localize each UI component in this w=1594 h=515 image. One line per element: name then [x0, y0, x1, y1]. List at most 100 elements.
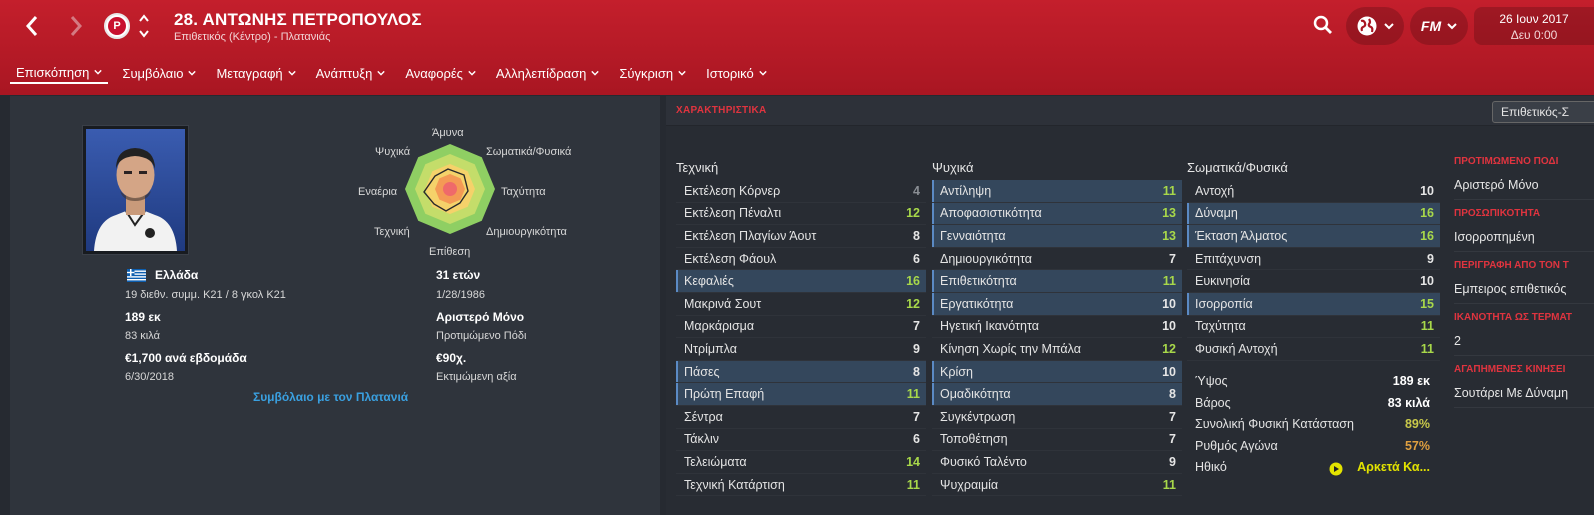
mental-attribute-row[interactable]: Δημιουργικότητα 7: [932, 248, 1182, 271]
physique-label: Ύψος: [1195, 374, 1228, 388]
mental-attribute-row[interactable]: Τοποθέτηση 7: [932, 429, 1182, 452]
mental-attribute-row[interactable]: Κίνηση Χωρίς την Μπάλα 12: [932, 338, 1182, 361]
technical-attribute-row[interactable]: Μακρινά Σουτ 12: [676, 293, 926, 316]
mental-attribute-row[interactable]: Αποφασιστικότητα 13: [932, 202, 1182, 226]
attribute-radar-chart: [405, 144, 495, 234]
tab-3[interactable]: Ανάπτυξη: [310, 62, 392, 84]
date-continue-button[interactable]: 26 Ιουν 2017 Δευ 0:00: [1474, 7, 1594, 45]
sub-tabs: Επισκόπηση Συμβόλαιο Μεταγραφή Ανάπτυξη Αναφ…: [10, 62, 781, 86]
mental-attribute-row[interactable]: Επιθετικότητα 11: [932, 270, 1182, 293]
technical-attribute-row[interactable]: Εκτέλεση Πέναλτι 12: [676, 203, 926, 226]
attribute-value: 8: [1169, 387, 1176, 402]
tab-4[interactable]: Αναφορές: [399, 62, 482, 84]
attribute-value: 7: [913, 409, 920, 424]
attribute-value: 8: [913, 228, 920, 243]
mental-attribute-row[interactable]: Εργατικότητα 10: [932, 292, 1182, 316]
technical-attribute-row[interactable]: Κεφαλιές 16: [676, 270, 926, 293]
attribute-value: 12: [1162, 341, 1176, 356]
technical-attribute-row[interactable]: Πάσες 8: [676, 360, 926, 384]
wage-value: €1,700 ανά εβδομάδα: [125, 351, 247, 365]
player-traits: ΠΡΟΤΙΜΩΜΕΝΟ ΠΟΔΙ Αριστερό Μόνο ΠΡΟΣΩΠΙΚΟΤΗ…: [1454, 156, 1594, 416]
attribute-name: Σέντρα: [684, 409, 723, 424]
physique-row: Ύψος 189 εκ: [1188, 374, 1440, 396]
technical-attribute-row[interactable]: Τεχνική Κατάρτιση 11: [676, 474, 926, 497]
player-switcher[interactable]: [137, 12, 151, 40]
fm-logo: FM: [1420, 18, 1442, 34]
physical-attribute-row[interactable]: Επιτάχυνση 9: [1187, 248, 1440, 271]
tab-1[interactable]: Συμβόλαιο: [116, 62, 202, 84]
mental-attribute-row[interactable]: Ψυχραιμία 11: [932, 474, 1182, 497]
tab-2[interactable]: Μεταγραφή: [210, 62, 301, 84]
attribute-name: Εκτέλεση Φάουλ: [684, 251, 777, 266]
attribute-value: 12: [906, 296, 920, 311]
tab-0[interactable]: Επισκόπηση: [10, 62, 109, 84]
physical-attribute-row[interactable]: Ευκινησία 10: [1187, 270, 1440, 293]
attribute-name: Γενναιότητα: [940, 228, 1006, 243]
attribute-name: Αποφασιστικότητα: [940, 206, 1042, 221]
attribute-name: Πρώτη Επαφή: [684, 387, 765, 402]
attribute-value: 13: [1162, 228, 1176, 243]
attribute-name: Συγκέντρωση: [940, 409, 1016, 424]
technical-attribute-row[interactable]: Ντρίμπλα 9: [676, 338, 926, 361]
current-time: Δευ 0:00: [1510, 28, 1558, 42]
back-button[interactable]: [18, 12, 46, 40]
forward-button[interactable]: [62, 12, 90, 40]
attribute-value: 7: [913, 319, 920, 334]
mental-attribute-row[interactable]: Φυσικό Ταλέντο 9: [932, 451, 1182, 474]
trait-value: 2: [1454, 326, 1594, 356]
trait-value: Σουτάρει Με Δύναμη: [1454, 378, 1594, 408]
mental-attributes: Αντίληψη 11 Αποφασιστικότητα 13 Γενναιότητα 1…: [932, 180, 1182, 497]
physical-attribute-row[interactable]: Αντοχή 10: [1187, 180, 1440, 203]
physique-value[interactable]: Αρκετά Κα...: [1357, 460, 1430, 474]
technical-attribute-row[interactable]: Τελειώματα 14: [676, 451, 926, 474]
chevron-down-icon: [287, 70, 296, 76]
contract-link[interactable]: Συμβόλαιο με τον Πλατανιά: [253, 390, 408, 404]
mental-attribute-row[interactable]: Γενναιότητα 13: [932, 225, 1182, 248]
page-title: 28. ΑΝΤΩΝΗΣ ΠΕΤΡΟΠΟΥΛΟΣ: [174, 10, 422, 29]
attribute-name: Τεχνική Κατάρτιση: [684, 477, 785, 492]
international-caps: 19 διεθν. συμμ. Κ21 / 8 γκολ Κ21: [125, 289, 286, 301]
technical-attribute-row[interactable]: Εκτέλεση Φάουλ 6: [676, 248, 926, 271]
technical-attribute-row[interactable]: Πρώτη Επαφή 11: [676, 383, 926, 406]
technical-attribute-row[interactable]: Εκτέλεση Πλαγίων Άουτ 8: [676, 225, 926, 248]
attribute-value: 8: [913, 364, 920, 379]
morale-icon: [1329, 462, 1343, 476]
attribute-name: Ισορροπία: [1195, 296, 1253, 311]
nationality[interactable]: Ελλάδα: [155, 268, 198, 282]
physique-value: 189 εκ: [1392, 374, 1430, 388]
mental-attribute-row[interactable]: Συγκέντρωση 7: [932, 406, 1182, 429]
club-badge[interactable]: P: [104, 13, 130, 39]
mental-attribute-row[interactable]: Ηγετική Ικανότητα 10: [932, 316, 1182, 339]
search-button[interactable]: [1308, 10, 1338, 40]
fm-menu-button[interactable]: FM: [1410, 7, 1468, 45]
technical-attribute-row[interactable]: Τάκλιν 6: [676, 429, 926, 452]
physical-attribute-row[interactable]: Έκταση Άλματος 16: [1187, 225, 1440, 248]
tab-7[interactable]: Ιστορικό: [700, 62, 773, 84]
radar-label-mental: Ψυχικά: [375, 146, 411, 158]
technical-attribute-row[interactable]: Εκτέλεση Κόρνερ 4: [676, 180, 926, 203]
attribute-value: 13: [1162, 206, 1176, 221]
attribute-value: 7: [1169, 409, 1176, 424]
physical-attribute-row[interactable]: Φυσική Αντοχή 11: [1187, 338, 1440, 361]
attribute-value: 4: [913, 183, 920, 198]
world-menu-button[interactable]: [1346, 7, 1404, 45]
role-select[interactable]: Επιθετικός-Σ: [1492, 101, 1594, 123]
tab-5[interactable]: Αλληλεπίδραση: [490, 62, 605, 84]
tab-6[interactable]: Σύγκριση: [613, 62, 692, 84]
mental-attribute-row[interactable]: Ομαδικότητα 8: [932, 383, 1182, 406]
physical-attribute-row[interactable]: Ταχύτητα 11: [1187, 316, 1440, 339]
greece-flag-icon: [127, 269, 146, 282]
date-of-birth: 1/28/1986: [436, 289, 485, 301]
height-value: 189 εκ: [125, 310, 161, 324]
radar-label-attack: Επίθεση: [429, 246, 471, 258]
preferred-foot-value: Αριστερό Μόνο: [436, 310, 525, 324]
technical-attribute-row[interactable]: Σέντρα 7: [676, 406, 926, 429]
search-icon: [1313, 15, 1332, 34]
physical-attribute-row[interactable]: Δύναμη 16: [1187, 202, 1440, 226]
mental-attribute-row[interactable]: Κρίση 10: [932, 360, 1182, 384]
physique-row: Ηθικό Αρκετά Κα...: [1188, 460, 1440, 482]
mental-attribute-row[interactable]: Αντίληψη 11: [932, 180, 1182, 203]
physical-attribute-row[interactable]: Ισορροπία 15: [1187, 292, 1440, 316]
technical-attribute-row[interactable]: Μαρκάρισμα 7: [676, 316, 926, 339]
attribute-value: 11: [1162, 477, 1176, 492]
